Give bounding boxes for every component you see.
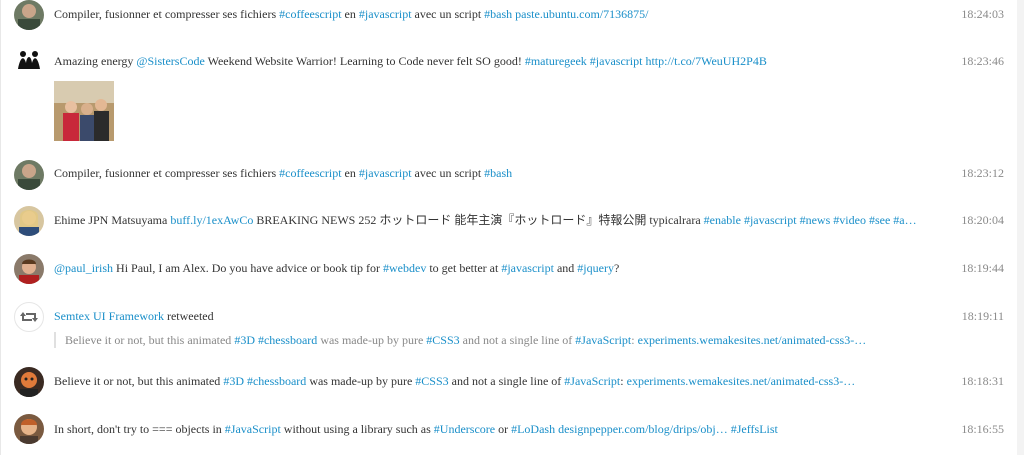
hashtag-link[interactable]: #JeffsList	[731, 422, 778, 436]
hashtag-link[interactable]: #3D	[234, 333, 255, 347]
hashtag-link[interactable]: #javascript	[359, 166, 412, 180]
hashtag-link[interactable]: #javascript	[501, 261, 554, 275]
timeline-feed: Compiler, fusionner et compresser ses fi…	[0, 0, 1019, 455]
url-link[interactable]: experiments.wemakesites.net/animated-css…	[638, 333, 867, 347]
mention-link[interactable]: @SistersCode	[136, 54, 204, 68]
tweet-text: Compiler, fusionner et compresser ses fi…	[54, 7, 649, 21]
hashtag-link[interactable]: #Underscore	[434, 422, 495, 436]
hashtag-link[interactable]: #chessboard	[247, 374, 306, 388]
tweet-text-segment: and not a single line of	[448, 374, 565, 388]
hashtag-link[interactable]: #coffeescript	[279, 7, 341, 21]
hashtag-link[interactable]: #CSS3	[415, 374, 448, 388]
tweet-text-segment: retweeted	[163, 309, 214, 323]
tweet-item[interactable]: Amazing energy @SistersCode Weekend Webs…	[1, 45, 1018, 145]
hashtag-link[interactable]: #enable	[704, 213, 741, 227]
scrollbar[interactable]	[1017, 0, 1024, 455]
hashtag-link[interactable]: #javascript	[359, 7, 412, 21]
hashtag-link[interactable]: #chessboard	[258, 333, 317, 347]
tweet-text: Ehime JPN Matsuyama buff.ly/1exAwCo BREA…	[54, 213, 917, 227]
retweet-quote: Believe it or not, but this animated #3D…	[54, 332, 866, 348]
tweet-text: @paul_irish Hi Paul, I am Alex. Do you h…	[54, 261, 619, 275]
hashtag-link[interactable]: #bash	[484, 7, 512, 21]
tweet-text-segment: Weekend Website Warrior! Learning to Cod…	[204, 54, 525, 68]
tweet-time: 18:19:11	[961, 309, 1004, 323]
avatar[interactable]	[14, 414, 44, 444]
tweet-text-segment: and	[553, 261, 578, 275]
tweet-time: 18:18:31	[961, 374, 1004, 388]
tweet-text-segment: Ehime JPN Matsuyama	[54, 213, 171, 227]
url-link[interactable]: paste.ubuntu.com/7136875/	[515, 7, 648, 21]
url-link[interactable]: Semtex UI Framework	[54, 309, 164, 323]
tweet-item[interactable]: Believe it or not, but this animated #3D…	[1, 367, 1018, 397]
tweet-item[interactable]: Compiler, fusionner et compresser ses fi…	[1, 0, 1018, 30]
url-link[interactable]: experiments.wemakesites.net/animated-css…	[627, 374, 856, 388]
tweet-item[interactable]: Ehime JPN Matsuyama buff.ly/1exAwCo BREA…	[1, 206, 1018, 236]
tweet-text: Compiler, fusionner et compresser ses fi…	[54, 166, 512, 180]
hashtag-link[interactable]: #jquery	[577, 261, 614, 275]
tweet-text-segment: ?	[613, 261, 620, 275]
tweet-text-segment: Believe it or not, but this animated	[65, 333, 235, 347]
avatar[interactable]	[14, 254, 44, 284]
tweet-time: 18:23:12	[961, 166, 1004, 180]
tweet-time: 18:23:46	[961, 54, 1004, 68]
hashtag-link[interactable]: #a…	[893, 213, 916, 227]
hashtag-link[interactable]: #JavaScript	[575, 333, 631, 347]
retweet-item[interactable]: Semtex UI Framework retweeted 18:19:11 B…	[1, 302, 1018, 352]
hashtag-link[interactable]: #webdev	[383, 261, 426, 275]
tweet-text-segment: or	[495, 422, 512, 436]
tweet-text-segment: en	[341, 166, 359, 180]
avatar[interactable]	[14, 45, 44, 75]
tweet-time: 18:16:55	[961, 422, 1004, 436]
retweet-header: Semtex UI Framework retweeted	[54, 309, 214, 323]
retweet-icon	[14, 302, 44, 332]
hashtag-link[interactable]: #JavaScript	[564, 374, 620, 388]
tweet-text-segment: en	[341, 7, 359, 21]
hashtag-link[interactable]: #JavaScript	[225, 422, 281, 436]
tweet-text-segment: avec un script	[411, 166, 485, 180]
tweet-item[interactable]: Compiler, fusionner et compresser ses fi…	[1, 160, 1018, 190]
tweet-text-segment: was made-up by pure	[306, 374, 416, 388]
hashtag-link[interactable]: #bash	[484, 166, 512, 180]
url-link[interactable]: http://t.co/7WeuUH2P4B	[645, 54, 766, 68]
tweet-text-segment: was made-up by pure	[317, 333, 427, 347]
hashtag-link[interactable]: #3D	[223, 374, 244, 388]
url-link[interactable]: buff.ly/1exAwCo	[170, 213, 253, 227]
tweet-text: Believe it or not, but this animated #3D…	[54, 374, 855, 388]
tweet-text-segment: Compiler, fusionner et compresser ses fi…	[54, 166, 280, 180]
hashtag-link[interactable]: #javascript	[744, 213, 797, 227]
tweet-time: 18:20:04	[961, 213, 1004, 227]
tweet-text-segment: to get better at	[426, 261, 502, 275]
tweet-text: Amazing energy @SistersCode Weekend Webs…	[54, 54, 767, 68]
hashtag-link[interactable]: #LoDash	[511, 422, 555, 436]
avatar[interactable]	[14, 0, 44, 30]
tweet-text: In short, don't try to === objects in #J…	[54, 422, 778, 436]
avatar[interactable]	[14, 160, 44, 190]
avatar[interactable]	[14, 206, 44, 236]
tweet-item[interactable]: In short, don't try to === objects in #J…	[1, 414, 1018, 444]
hashtag-link[interactable]: #video	[833, 213, 866, 227]
tweet-photo[interactable]	[54, 81, 114, 141]
tweet-text-segment: Compiler, fusionner et compresser ses fi…	[54, 7, 280, 21]
tweet-text-segment: Amazing energy	[54, 54, 137, 68]
hashtag-link[interactable]: #news	[800, 213, 831, 227]
hashtag-link[interactable]: #CSS3	[426, 333, 459, 347]
tweet-text-segment: without using a library such as	[280, 422, 434, 436]
tweet-text-segment: Hi Paul, I am Alex. Do you have advice o…	[113, 261, 383, 275]
url-link[interactable]: designpepper.com/blog/drips/obj…	[558, 422, 728, 436]
tweet-text-segment: In short, don't try to === objects in	[54, 422, 225, 436]
tweet-text-segment: and not a single line of	[459, 333, 576, 347]
tweet-text-segment: Believe it or not, but this animated	[54, 374, 224, 388]
mention-link[interactable]: @paul_irish	[54, 261, 113, 275]
tweet-item[interactable]: @paul_irish Hi Paul, I am Alex. Do you h…	[1, 254, 1018, 284]
hashtag-link[interactable]: #javascript	[590, 54, 643, 68]
hashtag-link[interactable]: #coffeescript	[279, 166, 341, 180]
tweet-text-segment: BREAKING NEWS 252 ホットロード 能年主演『ホットロード』特報公…	[253, 213, 704, 227]
tweet-time: 18:19:44	[961, 261, 1004, 275]
tweet-text-segment: avec un script	[411, 7, 485, 21]
hashtag-link[interactable]: #maturegeek	[525, 54, 587, 68]
tweet-time: 18:24:03	[961, 7, 1004, 21]
avatar[interactable]	[14, 367, 44, 397]
hashtag-link[interactable]: #see	[869, 213, 890, 227]
